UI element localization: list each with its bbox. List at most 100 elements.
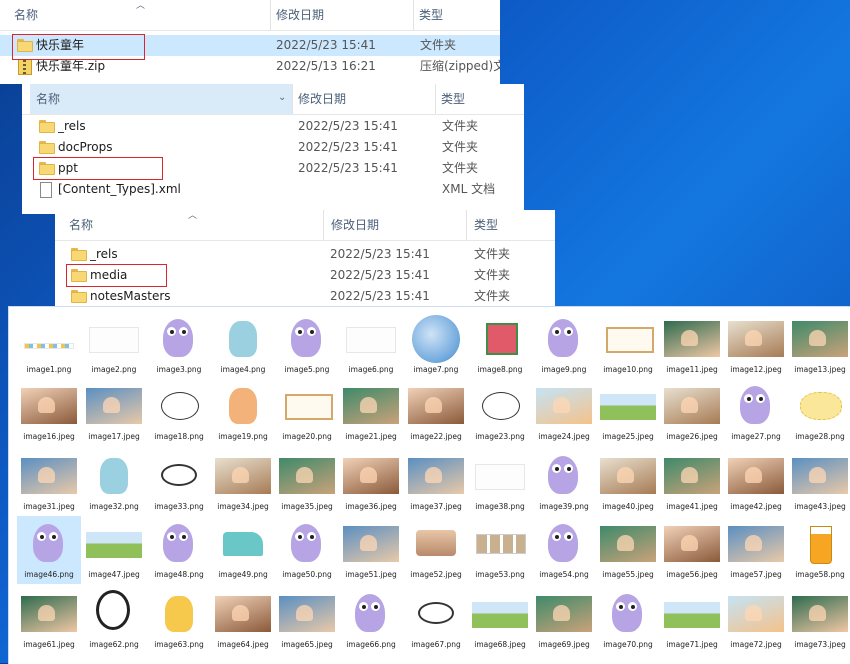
image-thumbnail-tile[interactable]: image58.png: [788, 516, 850, 584]
image-thumbnail-tile[interactable]: image26.jpeg: [660, 378, 724, 446]
image-thumbnail-tile[interactable]: image4.png: [211, 311, 275, 379]
image-thumbnail-tile[interactable]: image51.jpeg: [339, 516, 403, 584]
image-thumbnail-tile[interactable]: image39.png: [532, 448, 596, 516]
image-filename: image26.jpeg: [666, 432, 718, 441]
image-thumbnail-tile[interactable]: image24.jpeg: [532, 378, 596, 446]
image-thumbnail-tile[interactable]: image37.jpeg: [404, 448, 468, 516]
image-thumbnail-tile[interactable]: image16.jpeg: [17, 378, 81, 446]
image-preview: [600, 313, 656, 363]
image-thumbnail-tile[interactable]: image71.jpeg: [660, 586, 724, 654]
column-header-date[interactable]: 修改日期: [270, 0, 413, 30]
image-thumbnail-tile[interactable]: image19.png: [211, 378, 275, 446]
file-row[interactable]: [Content_Types].xml XML 文档: [22, 179, 524, 200]
file-row[interactable]: _rels 2022/5/23 15:41 文件夹: [55, 244, 555, 265]
image-thumbnail-tile[interactable]: image63.png: [147, 586, 211, 654]
file-row[interactable]: docProps 2022/5/23 15:41 文件夹: [22, 137, 524, 158]
image-thumbnail-tile[interactable]: image67.png: [404, 586, 468, 654]
image-thumbnail-tile[interactable]: image61.jpeg: [17, 586, 81, 654]
image-thumbnail-tile[interactable]: image55.jpeg: [596, 516, 660, 584]
image-thumbnail-tile[interactable]: image41.jpeg: [660, 448, 724, 516]
chevron-down-icon[interactable]: ⌄: [278, 92, 286, 103]
image-thumbnail-tile[interactable]: image64.jpeg: [211, 586, 275, 654]
image-thumbnail-tile[interactable]: image48.png: [147, 516, 211, 584]
image-thumbnail-tile[interactable]: image70.png: [596, 586, 660, 654]
column-header-type[interactable]: 类型: [435, 84, 524, 114]
image-thumbnail-tile[interactable]: image22.jpeg: [404, 378, 468, 446]
image-thumbnail-tile[interactable]: image9.png: [532, 311, 596, 379]
image-thumbnail-tile[interactable]: image35.jpeg: [275, 448, 339, 516]
image-thumbnail-tile[interactable]: image2.png: [82, 311, 146, 379]
image-thumbnail-tile[interactable]: image8.png: [468, 311, 532, 379]
image-filename: image9.png: [541, 365, 587, 374]
image-thumbnail-tile[interactable]: image53.png: [468, 516, 532, 584]
file-date: 2022/5/23 15:41: [298, 119, 398, 133]
image-thumbnail-tile[interactable]: image49.png: [211, 516, 275, 584]
column-header-type[interactable]: 类型: [413, 0, 500, 30]
image-thumbnail-tile[interactable]: image11.jpeg: [660, 311, 724, 379]
image-filename: image46.png: [24, 570, 74, 579]
image-thumbnail-tile[interactable]: image52.jpeg: [404, 516, 468, 584]
image-thumbnail-tile[interactable]: image36.jpeg: [339, 448, 403, 516]
image-thumbnail-tile[interactable]: image73.jpeg: [788, 586, 850, 654]
image-thumbnail-tile[interactable]: image42.jpeg: [724, 448, 788, 516]
image-thumbnail-tile[interactable]: image1.png: [17, 311, 81, 379]
image-filename: image71.jpeg: [666, 640, 718, 649]
image-thumbnail-tile[interactable]: image28.png: [788, 378, 850, 446]
image-filename: image17.jpeg: [88, 432, 140, 441]
image-filename: image42.jpeg: [730, 502, 782, 511]
image-filename: image62.png: [89, 640, 139, 649]
image-thumbnail-tile[interactable]: image12.jpeg: [724, 311, 788, 379]
image-thumbnail-tile[interactable]: image68.jpeg: [468, 586, 532, 654]
image-thumbnail-tile[interactable]: image21.jpeg: [339, 378, 403, 446]
image-thumbnail-tile[interactable]: image17.jpeg: [82, 378, 146, 446]
image-thumbnail-tile[interactable]: image54.png: [532, 516, 596, 584]
image-thumbnail-tile[interactable]: image69.jpeg: [532, 586, 596, 654]
image-thumbnail-tile[interactable]: image25.jpeg: [596, 378, 660, 446]
image-thumbnail-tile[interactable]: image18.png: [147, 378, 211, 446]
column-header-name[interactable]: 名称: [63, 210, 325, 240]
image-thumbnail-tile[interactable]: image27.png: [724, 378, 788, 446]
image-thumbnail-tile[interactable]: image57.jpeg: [724, 516, 788, 584]
image-preview: [664, 380, 720, 430]
image-thumbnail-tile[interactable]: image38.png: [468, 448, 532, 516]
image-thumbnail-tile[interactable]: image13.jpeg: [788, 311, 850, 379]
column-header-date[interactable]: 修改日期: [292, 84, 435, 114]
image-thumbnail-tile[interactable]: image33.png: [147, 448, 211, 516]
image-preview: [728, 518, 784, 568]
image-preview: [343, 313, 399, 363]
image-preview: [21, 450, 77, 500]
image-thumbnail-tile[interactable]: image62.png: [82, 586, 146, 654]
image-thumbnail-tile[interactable]: image32.png: [82, 448, 146, 516]
image-preview: [664, 313, 720, 363]
image-thumbnail-tile[interactable]: image10.png: [596, 311, 660, 379]
image-thumbnail-tile[interactable]: image65.jpeg: [275, 586, 339, 654]
image-thumbnail-tile[interactable]: image50.png: [275, 516, 339, 584]
image-thumbnail-tile[interactable]: image5.png: [275, 311, 339, 379]
column-header-date[interactable]: 修改日期: [325, 210, 468, 240]
column-header-type[interactable]: 类型: [468, 210, 555, 240]
image-preview: [408, 588, 464, 638]
image-thumbnail-tile[interactable]: image40.jpeg: [596, 448, 660, 516]
column-header-name[interactable]: 名称: [30, 84, 292, 114]
file-type: 压缩(zipped)文: [420, 59, 500, 73]
image-preview: [151, 588, 207, 638]
image-thumbnail-tile[interactable]: image3.png: [147, 311, 211, 379]
image-preview: [343, 450, 399, 500]
image-thumbnail-tile[interactable]: image43.jpeg: [788, 448, 850, 516]
image-thumbnail-tile[interactable]: image66.png: [339, 586, 403, 654]
image-thumbnail-tile[interactable]: image46.png: [17, 516, 81, 584]
image-thumbnail-tile[interactable]: image7.png: [404, 311, 468, 379]
file-row[interactable]: _rels 2022/5/23 15:41 文件夹: [22, 116, 524, 137]
image-thumbnail-tile[interactable]: image6.png: [339, 311, 403, 379]
column-header-name[interactable]: 名称: [8, 0, 270, 30]
image-thumbnail-tile[interactable]: image34.jpeg: [211, 448, 275, 516]
image-thumbnail-tile[interactable]: image47.jpeg: [82, 516, 146, 584]
file-row[interactable]: notesMasters 2022/5/23 15:41 文件夹: [55, 286, 555, 307]
image-filename: image22.jpeg: [410, 432, 462, 441]
image-thumbnail-tile[interactable]: image56.jpeg: [660, 516, 724, 584]
image-thumbnail-tile[interactable]: image72.jpeg: [724, 586, 788, 654]
image-thumbnail-tile[interactable]: image23.png: [468, 378, 532, 446]
image-thumbnail-tile[interactable]: image20.png: [275, 378, 339, 446]
image-thumbnail-tile[interactable]: image31.jpeg: [17, 448, 81, 516]
image-preview: [21, 588, 77, 638]
